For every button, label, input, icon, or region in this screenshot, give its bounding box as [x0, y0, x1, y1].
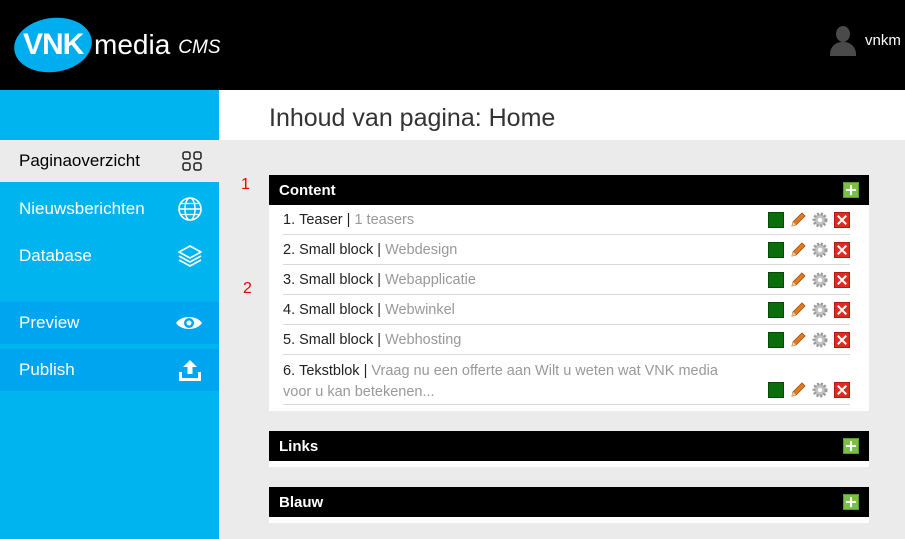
sidebar-item-nieuwsberichten[interactable]: Nieuwsberichten — [0, 188, 219, 230]
annotation-marker-1: 1 — [241, 176, 250, 193]
panel-title: Blauw — [279, 493, 324, 511]
list-item[interactable]: 1. Teaser | 1 teasers — [283, 205, 850, 235]
sidebar-item-label: Paginaoverzicht — [19, 151, 140, 170]
settings-gear-icon[interactable] — [812, 302, 828, 318]
list-item[interactable]: 2. Small block | Webdesign — [283, 235, 850, 265]
item-number: 2. — [283, 242, 296, 258]
top-header: VNK media CMS vnkm — [0, 0, 905, 90]
upload-icon — [179, 360, 201, 381]
item-name: Small block — [299, 302, 374, 318]
panel-header: Links — [269, 431, 869, 461]
page-title: Inhoud van pagina: Home — [269, 104, 556, 132]
item-subtitle: 1 teasers — [354, 212, 415, 228]
panel-title: Links — [279, 437, 319, 455]
status-toggle-icon[interactable] — [768, 272, 784, 288]
delete-icon[interactable] — [834, 272, 850, 288]
layers-icon — [178, 245, 202, 267]
settings-gear-icon[interactable] — [812, 242, 828, 258]
item-name: Small block — [299, 242, 374, 258]
item-subtitle: Webapplicatie — [385, 272, 476, 288]
sidebar-item-publish[interactable]: Publish — [0, 349, 219, 391]
grid-icon — [182, 151, 202, 171]
item-number: 3. — [283, 272, 296, 288]
sidebar-item-label: Publish — [19, 360, 75, 379]
item-separator: | — [342, 212, 355, 228]
sidebar-item-preview[interactable]: Preview — [0, 302, 219, 344]
sidebar-item-label: Nieuwsberichten — [19, 199, 145, 218]
item-name: Small block — [299, 272, 374, 288]
list-item[interactable]: 6. Tekstblok | Vraag nu een offerte aan W… — [283, 355, 850, 405]
item-name: Tekstblok — [299, 363, 360, 379]
logo-cms-text: CMS — [178, 37, 221, 58]
item-separator: | — [373, 332, 386, 348]
add-icon[interactable] — [843, 182, 859, 198]
item-separator: | — [373, 242, 386, 258]
edit-pencil-icon[interactable] — [790, 382, 806, 398]
logo-vnk-text: VNK — [22, 28, 84, 61]
settings-gear-icon[interactable] — [812, 382, 828, 398]
settings-gear-icon[interactable] — [812, 272, 828, 288]
delete-icon[interactable] — [834, 332, 850, 348]
item-separator: | — [359, 363, 372, 379]
add-icon[interactable] — [843, 494, 859, 510]
sidebar-item-paginaoverzicht[interactable]: Paginaoverzicht — [0, 140, 219, 182]
edit-pencil-icon[interactable] — [790, 272, 806, 288]
sidebar-item-label: Database — [19, 246, 92, 265]
user-menu[interactable]: vnkm — [828, 24, 901, 56]
panel-header: Content — [269, 175, 869, 205]
annotation-marker-2: 2 — [243, 280, 252, 297]
add-icon[interactable] — [843, 438, 859, 454]
content-list: 1. Teaser | 1 teasers 2. Small block | Web… — [269, 205, 869, 405]
item-number: 4. — [283, 302, 296, 318]
logo-badge: VNK — [10, 12, 96, 78]
status-toggle-icon[interactable] — [768, 242, 784, 258]
panel-header: Blauw — [269, 487, 869, 517]
list-item[interactable]: 3. Small block | Webapplicatie — [283, 265, 850, 295]
item-separator: | — [373, 272, 386, 288]
sidebar-item-label: Preview — [19, 313, 80, 332]
links-panel: Links — [269, 431, 869, 467]
item-subtitle: Webdesign — [385, 242, 458, 258]
delete-icon[interactable] — [834, 242, 850, 258]
item-subtitle: Webhosting — [385, 332, 462, 348]
user-name: vnkm — [865, 31, 901, 49]
edit-pencil-icon[interactable] — [790, 302, 806, 318]
edit-pencil-icon[interactable] — [790, 242, 806, 258]
item-number: 1. — [283, 212, 296, 228]
settings-gear-icon[interactable] — [812, 332, 828, 348]
list-item[interactable]: 4. Small block | Webwinkel — [283, 295, 850, 325]
delete-icon[interactable] — [834, 212, 850, 228]
logo-media-text: media — [94, 29, 171, 60]
item-name: Teaser — [299, 212, 343, 228]
status-toggle-icon[interactable] — [768, 212, 784, 228]
delete-icon[interactable] — [834, 382, 850, 398]
delete-icon[interactable] — [834, 302, 850, 318]
content-panel: Content 1. Teaser | 1 teasers 2. Small blo… — [269, 175, 869, 411]
sidebar-item-database[interactable]: Database — [0, 235, 219, 277]
settings-gear-icon[interactable] — [812, 212, 828, 228]
vnk-media-logo[interactable]: VNK media CMS — [10, 12, 221, 78]
item-number: 5. — [283, 332, 296, 348]
edit-pencil-icon[interactable] — [790, 212, 806, 228]
sidebar: Paginaoverzicht Nieuwsberichten Database… — [0, 90, 219, 539]
status-toggle-icon[interactable] — [768, 332, 784, 348]
status-toggle-icon[interactable] — [768, 382, 784, 398]
item-number: 6. — [283, 363, 296, 379]
list-item[interactable]: 5. Small block | Webhosting — [283, 325, 850, 355]
status-toggle-icon[interactable] — [768, 302, 784, 318]
edit-pencil-icon[interactable] — [790, 332, 806, 348]
page-title-bar: Inhoud van pagina: Home — [219, 90, 905, 140]
item-name: Small block — [299, 332, 374, 348]
user-avatar-icon — [828, 24, 858, 56]
blauw-panel: Blauw — [269, 487, 869, 523]
globe-icon — [178, 197, 202, 221]
item-subtitle: Webwinkel — [385, 302, 455, 318]
panel-title: Content — [279, 181, 336, 199]
eye-icon — [176, 317, 202, 329]
item-separator: | — [373, 302, 386, 318]
